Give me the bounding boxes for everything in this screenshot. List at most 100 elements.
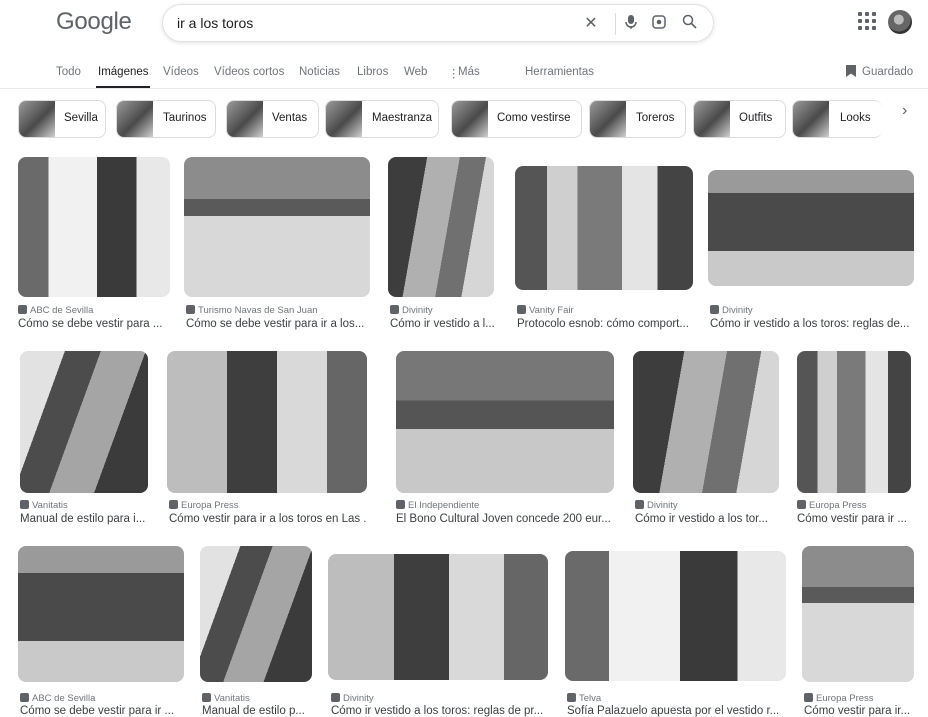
result-source[interactable]: Vanity Fair bbox=[517, 305, 693, 316]
result-title[interactable]: El Bono Cultural Joven concede 200 eur..… bbox=[396, 513, 614, 525]
result-thumbnail[interactable] bbox=[167, 351, 367, 493]
favicon-icon bbox=[710, 305, 719, 314]
tab-noticias[interactable]: Noticias bbox=[299, 66, 340, 78]
image-result[interactable]: El Independiente El Bono Cultural Joven … bbox=[396, 351, 614, 528]
result-thumbnail[interactable] bbox=[388, 157, 494, 297]
image-result[interactable]: Divinity Cómo ir vestido a los toros: re… bbox=[328, 554, 548, 717]
image-result[interactable]: Divinity Cómo ir vestido a los tor... bbox=[633, 351, 779, 528]
result-thumbnail[interactable] bbox=[802, 546, 914, 682]
result-source[interactable]: Divinity bbox=[710, 305, 914, 316]
image-result[interactable]: Divinity Cómo ir vestido a l... bbox=[388, 157, 494, 333]
result-source[interactable]: El Independiente bbox=[396, 500, 614, 511]
tab-libros[interactable]: Libros bbox=[357, 66, 388, 78]
result-title[interactable]: Cómo ir vestido a los toros: reglas de..… bbox=[710, 318, 914, 330]
tab-todo[interactable]: Todo bbox=[56, 66, 81, 78]
result-thumbnail[interactable] bbox=[515, 166, 693, 290]
result-title[interactable]: Cómo se debe vestir para ir a los... bbox=[186, 318, 370, 330]
result-title[interactable]: Cómo se debe vestir para ... bbox=[18, 318, 170, 330]
chip-label: Sevilla bbox=[64, 112, 98, 124]
result-title[interactable]: Cómo ir vestido a l... bbox=[390, 318, 494, 330]
image-result[interactable]: Divinity Cómo ir vestido a los toros: re… bbox=[708, 170, 914, 333]
tab-imagenes[interactable]: Imágenes bbox=[98, 66, 149, 78]
result-source[interactable]: Europa Press bbox=[804, 693, 914, 704]
chip-label: Maestranza bbox=[372, 112, 433, 124]
chip-thumbnail bbox=[19, 101, 55, 137]
lens-icon[interactable] bbox=[649, 14, 669, 34]
search-input[interactable]: ir a los toros bbox=[177, 15, 253, 31]
result-thumbnail[interactable] bbox=[184, 157, 370, 297]
result-title[interactable]: Cómo se debe vestir para ir ... bbox=[20, 705, 184, 717]
bookmark-icon[interactable] bbox=[846, 65, 856, 77]
image-result[interactable]: Vanitatis Manual de estilo para i... bbox=[20, 351, 148, 528]
result-title[interactable]: Cómo vestir para ir ... bbox=[797, 513, 911, 525]
result-source[interactable]: Vanitatis bbox=[20, 500, 148, 511]
google-logo[interactable]: Google bbox=[56, 8, 132, 36]
result-title[interactable]: Protocolo esnob: cómo comport... bbox=[517, 318, 693, 330]
chip-label: Outfits bbox=[739, 112, 773, 124]
search-tabs: Todo Imágenes Vídeos Vídeos cortos Notic… bbox=[0, 62, 928, 88]
chip-outfits[interactable]: Outfits bbox=[693, 100, 786, 138]
favicon-icon bbox=[396, 500, 405, 509]
chip-toreros[interactable]: Toreros bbox=[589, 100, 686, 138]
result-source[interactable]: Turismo Navas de San Juan bbox=[186, 305, 370, 316]
guardado-link[interactable]: Guardado bbox=[862, 66, 913, 78]
tab-videos-cortos[interactable]: Vídeos cortos bbox=[214, 66, 284, 78]
tab-web[interactable]: Web bbox=[404, 66, 427, 78]
chip-sevilla[interactable]: Sevilla bbox=[18, 100, 106, 138]
tab-mas[interactable]: Más bbox=[458, 66, 480, 78]
search-box[interactable]: ir a los toros ✕ bbox=[162, 4, 714, 42]
result-title[interactable]: Sofía Palazuelo apuesta por el vestido r… bbox=[567, 705, 786, 717]
result-title[interactable]: Cómo ir vestido a los tor... bbox=[635, 513, 779, 525]
result-title[interactable]: Cómo ir vestido a los toros: reglas de p… bbox=[331, 705, 548, 717]
result-thumbnail[interactable] bbox=[20, 351, 148, 493]
result-thumbnail[interactable] bbox=[565, 551, 786, 681]
result-title[interactable]: Cómo vestir para ir a los toros en Las .… bbox=[169, 513, 367, 525]
result-thumbnail[interactable] bbox=[18, 546, 184, 682]
result-thumbnail[interactable] bbox=[328, 554, 548, 680]
chip-maestranza[interactable]: Maestranza bbox=[325, 100, 439, 138]
result-source[interactable]: Divinity bbox=[390, 305, 494, 316]
result-source[interactable]: ABC de Sevilla bbox=[20, 693, 184, 704]
tab-videos[interactable]: Vídeos bbox=[163, 66, 199, 78]
result-source[interactable]: Divinity bbox=[331, 693, 548, 704]
image-result[interactable]: Turismo Navas de San Juan Cómo se debe v… bbox=[184, 157, 370, 333]
result-thumbnail[interactable] bbox=[633, 351, 779, 493]
image-result[interactable]: Europa Press Cómo vestir para ir a los t… bbox=[167, 351, 367, 528]
favicon-icon bbox=[797, 500, 806, 509]
result-source[interactable]: Telva bbox=[567, 693, 786, 704]
result-title[interactable]: Manual de estilo p... bbox=[202, 705, 312, 717]
image-result[interactable]: ABC de Sevilla Cómo se debe vestir para … bbox=[18, 157, 170, 333]
chevron-right-icon[interactable]: › bbox=[902, 102, 907, 120]
favicon-icon bbox=[169, 500, 178, 509]
tab-herramientas[interactable]: Herramientas bbox=[525, 66, 594, 78]
result-thumbnail[interactable] bbox=[797, 351, 911, 493]
image-result[interactable]: Europa Press Cómo vestir para ir... bbox=[802, 546, 914, 717]
result-thumbnail[interactable] bbox=[18, 157, 170, 297]
chip-como-vestirse[interactable]: Como vestirse bbox=[451, 100, 582, 138]
search-icon[interactable] bbox=[679, 14, 699, 34]
result-source[interactable]: Europa Press bbox=[169, 500, 367, 511]
chip-label: Looks bbox=[840, 112, 871, 124]
microphone-icon[interactable] bbox=[621, 14, 641, 34]
result-source[interactable]: Divinity bbox=[635, 500, 779, 511]
result-source[interactable]: ABC de Sevilla bbox=[18, 305, 170, 316]
result-title[interactable]: Cómo vestir para ir... bbox=[804, 705, 914, 717]
favicon-icon bbox=[186, 305, 195, 314]
clear-icon[interactable]: ✕ bbox=[581, 14, 601, 34]
result-title[interactable]: Manual de estilo para i... bbox=[20, 513, 148, 525]
chip-looks[interactable]: Looks bbox=[792, 100, 882, 138]
chip-ventas[interactable]: Ventas bbox=[226, 100, 319, 138]
image-result[interactable]: Telva Sofía Palazuelo apuesta por el ves… bbox=[565, 551, 786, 717]
avatar[interactable] bbox=[888, 10, 912, 34]
result-thumbnail[interactable] bbox=[708, 170, 914, 286]
image-result[interactable]: ABC de Sevilla Cómo se debe vestir para … bbox=[18, 546, 184, 717]
chip-taurinos[interactable]: Taurinos bbox=[116, 100, 216, 138]
result-thumbnail[interactable] bbox=[396, 351, 614, 493]
image-result[interactable]: Vanitatis Manual de estilo p... bbox=[200, 546, 312, 717]
result-source[interactable]: Vanitatis bbox=[202, 693, 312, 704]
result-source[interactable]: Europa Press bbox=[797, 500, 911, 511]
image-result[interactable]: Vanity Fair Protocolo esnob: cómo compor… bbox=[515, 166, 693, 333]
image-result[interactable]: Europa Press Cómo vestir para ir ... bbox=[797, 351, 911, 528]
apps-grid-icon[interactable] bbox=[858, 12, 876, 30]
result-thumbnail[interactable] bbox=[200, 546, 312, 682]
